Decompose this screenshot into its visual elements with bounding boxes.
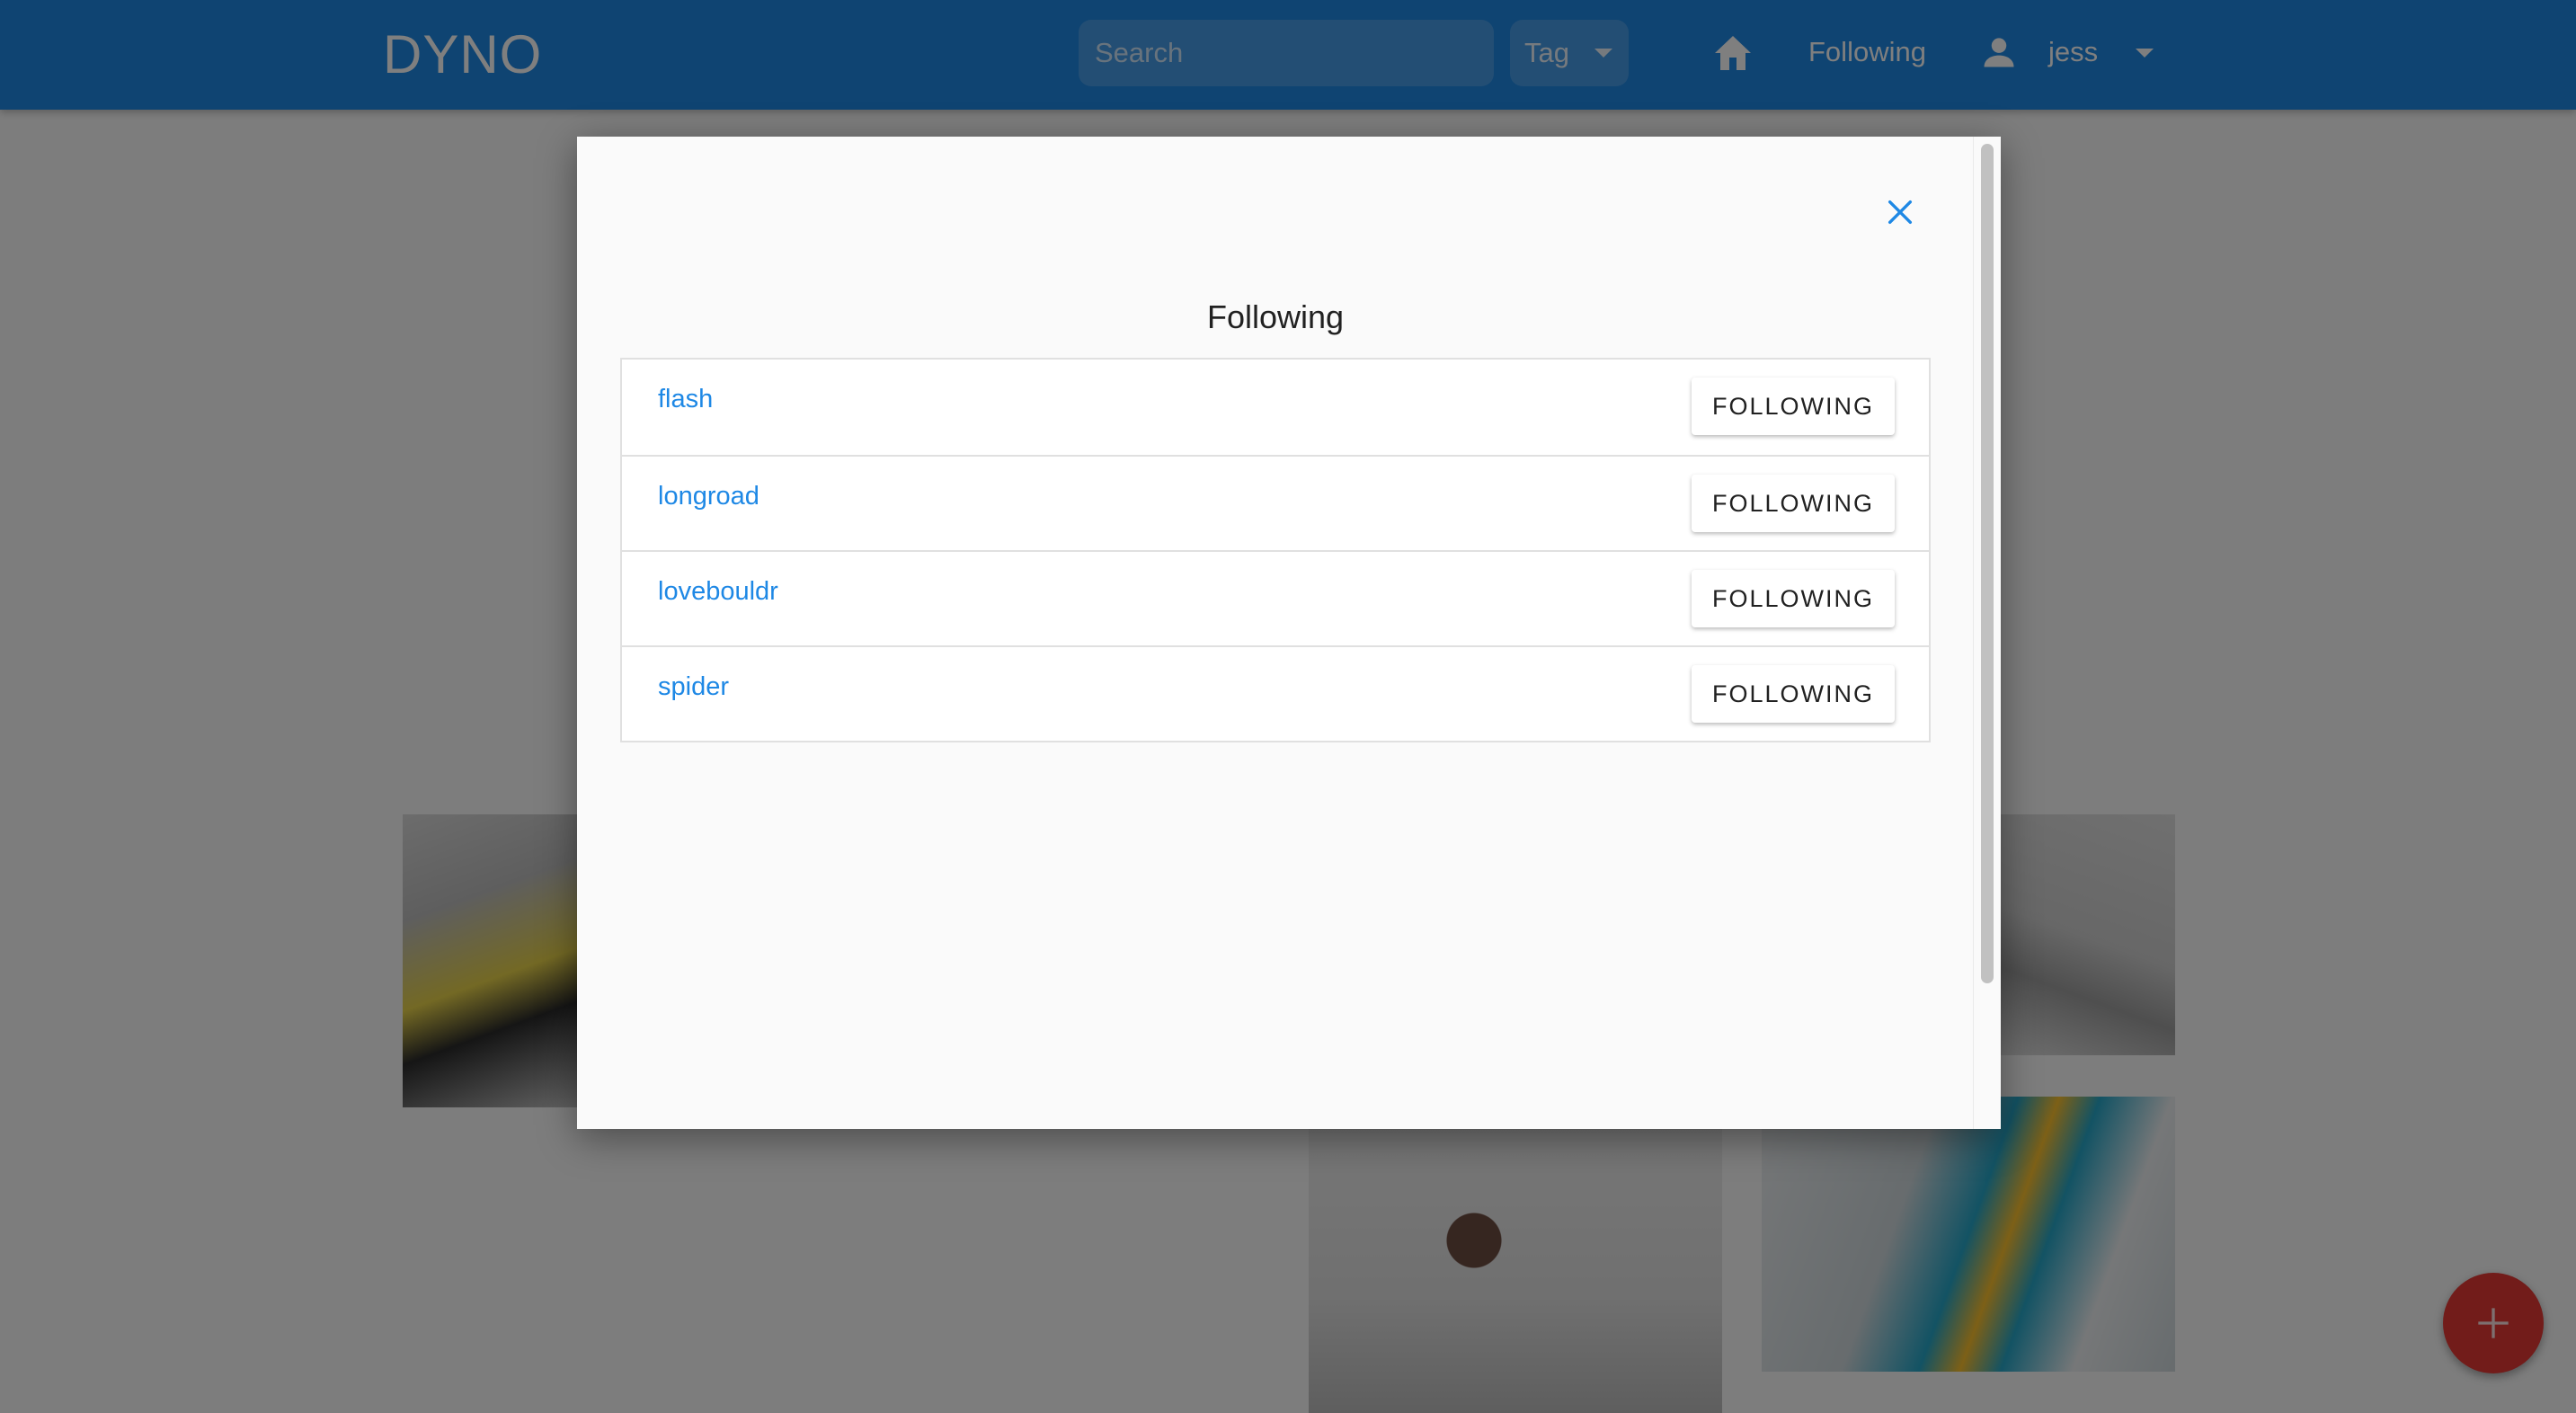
user-link[interactable]: flash bbox=[658, 385, 713, 414]
close-icon bbox=[1888, 200, 1913, 225]
following-list: flash FOLLOWING longroad FOLLOWING loveb… bbox=[620, 358, 1931, 742]
list-item: flash FOLLOWING bbox=[622, 360, 1929, 455]
list-item: lovebouldr FOLLOWING bbox=[622, 550, 1929, 645]
dialog-title: Following bbox=[1206, 298, 1345, 335]
user-link[interactable]: spider bbox=[658, 672, 729, 702]
following-button[interactable]: FOLLOWING bbox=[1692, 475, 1895, 532]
following-button[interactable]: FOLLOWING bbox=[1692, 665, 1895, 723]
dialog-scrollbar[interactable] bbox=[1973, 137, 2001, 1129]
close-button[interactable] bbox=[1873, 185, 1927, 239]
following-dialog: Following flash FOLLOWING longroad FOLLO… bbox=[577, 137, 2001, 1129]
scrollbar-thumb[interactable] bbox=[1981, 144, 1994, 983]
following-button[interactable]: FOLLOWING bbox=[1692, 570, 1895, 627]
user-link[interactable]: lovebouldr bbox=[658, 577, 778, 607]
user-link[interactable]: longroad bbox=[658, 482, 759, 511]
list-item: longroad FOLLOWING bbox=[622, 455, 1929, 550]
list-item: spider FOLLOWING bbox=[622, 645, 1929, 741]
following-button[interactable]: FOLLOWING bbox=[1692, 378, 1895, 435]
